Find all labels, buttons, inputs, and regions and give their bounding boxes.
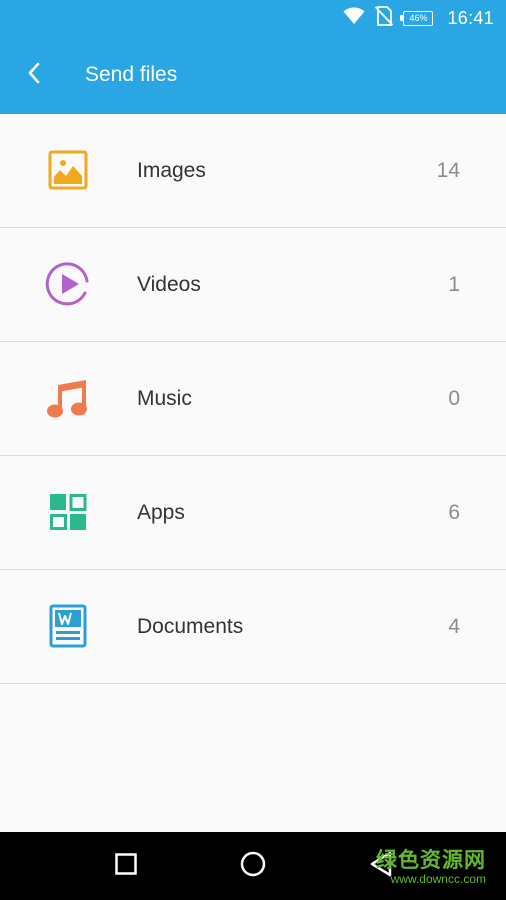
category-count: 4 (448, 615, 460, 638)
recents-button[interactable] (81, 832, 171, 900)
app-bar: 46% 16:41 Send files (0, 0, 506, 114)
play-circle-icon (45, 261, 91, 307)
category-count: 1 (448, 273, 460, 296)
apps-grid-icon (45, 489, 91, 535)
wifi-icon (343, 7, 365, 30)
toolbar: Send files (0, 36, 506, 114)
category-row-apps[interactable]: Apps 6 (0, 456, 506, 570)
word-document-icon (45, 603, 91, 649)
circle-icon (240, 851, 266, 882)
category-count: 0 (448, 387, 460, 410)
status-bar: 46% 16:41 (0, 0, 506, 36)
category-label: Videos (137, 273, 201, 296)
category-label: Documents (137, 615, 244, 638)
watermark-title: 绿色资源网 (376, 849, 486, 872)
no-sim-icon (375, 5, 394, 31)
battery-level: 46% (409, 12, 428, 23)
category-row-videos[interactable]: Videos 1 (0, 228, 506, 342)
battery-icon: 46% (400, 10, 434, 26)
category-label: Music (137, 387, 192, 410)
category-row-documents[interactable]: Documents 4 (0, 570, 506, 684)
music-note-icon (45, 375, 91, 421)
navigation-bar: 绿色资源网 www.downcc.com (0, 832, 506, 900)
chevron-left-icon (26, 61, 42, 90)
watermark-url: www.downcc.com (390, 872, 486, 886)
status-icons: 46% 16:41 (343, 5, 494, 31)
back-button[interactable] (14, 58, 54, 92)
page-title: Send files (85, 63, 178, 86)
category-label: Apps (137, 501, 185, 524)
status-time: 16:41 (447, 7, 494, 28)
category-row-images[interactable]: Images 14 (0, 114, 506, 228)
category-count: 6 (448, 501, 460, 524)
category-row-music[interactable]: Music 0 (0, 342, 506, 456)
home-button[interactable] (208, 832, 298, 900)
square-icon (115, 852, 137, 880)
category-list: Images 14 Videos 1 Music 0 Apps 6 Docume… (0, 114, 506, 684)
category-count: 14 (436, 159, 460, 182)
category-label: Images (137, 159, 206, 182)
watermark: 绿色资源网 www.downcc.com (376, 850, 486, 885)
image-icon (45, 147, 91, 193)
